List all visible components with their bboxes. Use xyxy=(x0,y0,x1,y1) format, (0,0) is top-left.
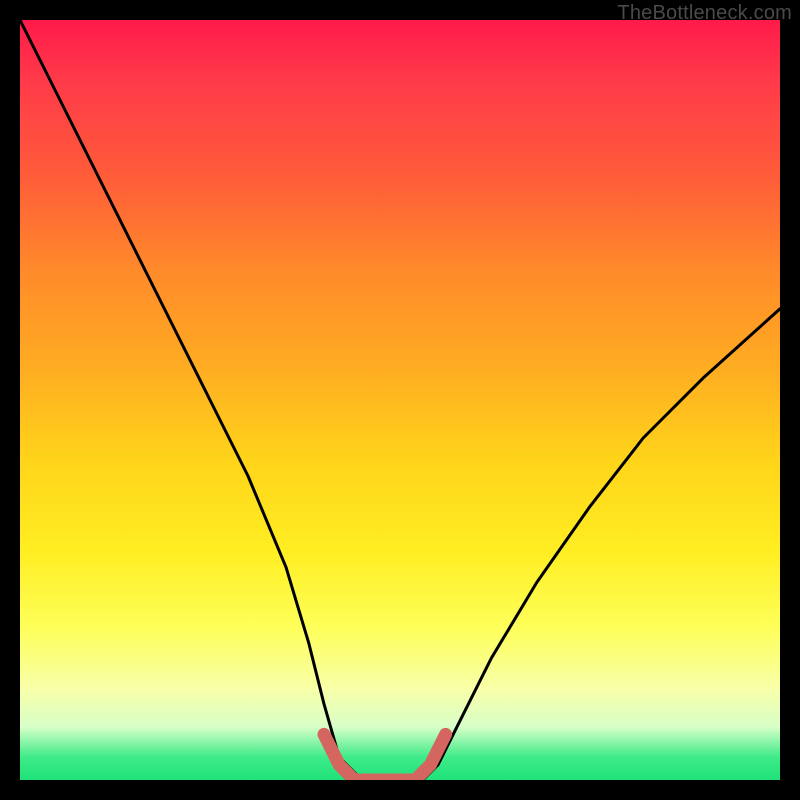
optimal-segment xyxy=(324,734,446,780)
bottleneck-curve xyxy=(20,20,780,780)
curve-svg xyxy=(20,20,780,780)
plot-area xyxy=(20,20,780,780)
chart-frame: TheBottleneck.com xyxy=(0,0,800,800)
